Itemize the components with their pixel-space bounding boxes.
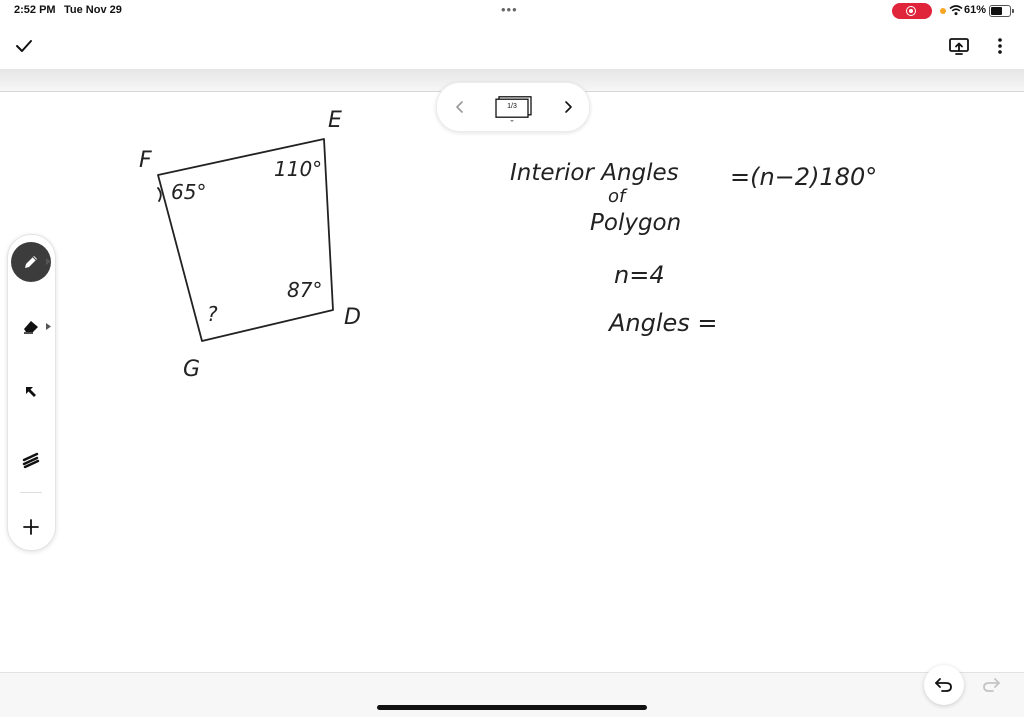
status-date: Tue Nov 29 xyxy=(64,4,122,16)
wifi-icon xyxy=(949,5,963,16)
angle-d-value: 87° xyxy=(287,278,322,302)
checkmark-icon[interactable] xyxy=(13,36,35,56)
formula-line-interior-angles: Interior Angles xyxy=(510,160,679,186)
vertex-label-e: E xyxy=(328,108,342,133)
vertex-label-f: F xyxy=(139,148,152,173)
undo-icon xyxy=(935,678,952,692)
formula-line-polygon: Polygon xyxy=(590,210,681,236)
n-value-line: n=4 xyxy=(614,261,665,289)
angle-f-value: 65° xyxy=(171,180,206,204)
bottom-bar xyxy=(0,672,1024,717)
present-screen-icon[interactable] xyxy=(948,36,970,56)
angle-e-value: 110° xyxy=(274,157,322,181)
whiteboard-canvas[interactable]: E F G D 65° 110° 87° ? Interior Angles o… xyxy=(0,92,1024,672)
top-toolbar xyxy=(0,22,1024,69)
undo-button[interactable] xyxy=(924,665,964,705)
mic-indicator-icon xyxy=(940,8,946,14)
vertex-label-g: G xyxy=(183,357,200,382)
formula-line-of: of xyxy=(608,186,628,207)
home-indicator[interactable] xyxy=(377,705,647,710)
redo-icon[interactable] xyxy=(976,670,1006,700)
multitasking-dots-icon[interactable]: ••• xyxy=(501,3,518,16)
more-vertical-icon[interactable] xyxy=(992,36,1008,56)
handwriting-layer: E F G D 65° 110° 87° ? Interior Angles o… xyxy=(139,108,877,382)
battery-percent: 61% xyxy=(964,4,987,16)
angles-equals-line: Angles = xyxy=(607,309,718,337)
status-bar: 2:52 PM Tue Nov 29 ••• 61% xyxy=(0,0,1024,22)
formula-right-side: =(n−2)180° xyxy=(730,163,877,191)
vertex-label-d: D xyxy=(344,305,361,330)
screen-recording-icon[interactable] xyxy=(892,3,932,19)
angle-g-value: ? xyxy=(207,302,218,326)
status-time: 2:52 PM xyxy=(14,4,56,16)
battery-icon xyxy=(989,5,1014,17)
angle-arc-f xyxy=(157,187,162,202)
